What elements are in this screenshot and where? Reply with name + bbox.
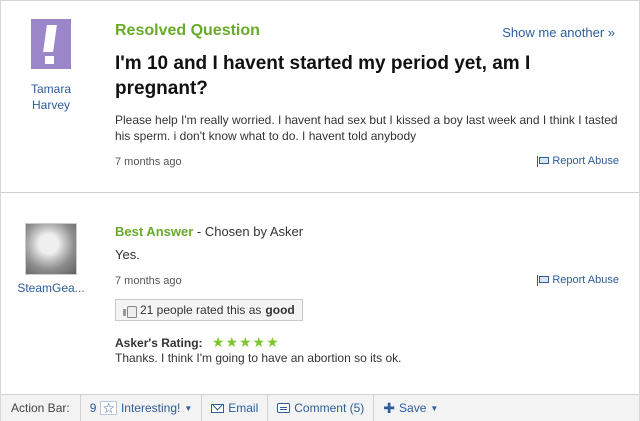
star-icon: ☆ xyxy=(100,400,117,416)
comment-label[interactable]: Comment (5) xyxy=(294,401,364,415)
email-label[interactable]: Email xyxy=(228,401,258,415)
save-button[interactable]: ✚ Save ▼ xyxy=(374,401,447,415)
answerer-name[interactable]: SteamGea... xyxy=(11,281,91,295)
rating-summary-button[interactable]: 21 people rated this as good xyxy=(115,299,303,321)
yahoo-answers-page: Tamara Harvey Resolved Question Show me … xyxy=(0,0,640,421)
interesting-label[interactable]: Interesting! xyxy=(121,401,180,415)
thumbs-up-icon xyxy=(123,304,137,318)
asker-profile[interactable]: Tamara Harvey xyxy=(21,19,81,113)
question-title: I'm 10 and I havent started my period ye… xyxy=(115,53,531,99)
askers-rating-label: Asker's Rating: xyxy=(115,336,203,350)
asker-name-line2[interactable]: Harvey xyxy=(32,98,70,112)
best-answer-heading: Best Answer - Chosen by Asker xyxy=(115,224,303,239)
best-answer-label: Best Answer xyxy=(115,224,194,239)
askers-rating: Asker's Rating: ★★★★★ xyxy=(115,334,280,351)
mail-icon xyxy=(211,403,225,413)
answer-body: Yes. xyxy=(115,247,140,262)
asker-name[interactable]: Tamara Harvey xyxy=(21,81,81,113)
comment-button[interactable]: Comment (5) xyxy=(268,401,373,415)
question-status: Resolved Question xyxy=(115,22,260,39)
question-block: Tamara Harvey Resolved Question Show me … xyxy=(1,1,639,193)
show-another-link[interactable]: Show me another » xyxy=(502,25,615,40)
chosen-by-asker: - Chosen by Asker xyxy=(193,224,304,239)
save-label[interactable]: Save xyxy=(399,401,426,415)
question-report-abuse-link[interactable]: Report Abuse xyxy=(537,155,619,167)
report-abuse-label[interactable]: Report Abuse xyxy=(552,155,619,167)
chevron-down-icon[interactable]: ▼ xyxy=(184,404,192,413)
answer-report-abuse-link[interactable]: Report Abuse xyxy=(537,274,619,286)
avatar-dot xyxy=(45,56,54,64)
star-rating-icon: ★★★★★ xyxy=(211,334,280,350)
answer-timestamp: 7 months ago xyxy=(115,275,182,287)
plus-icon: ✚ xyxy=(383,400,396,416)
rating-count-text: 21 people rated this as xyxy=(140,303,262,317)
answerer-avatar[interactable] xyxy=(25,223,77,275)
action-bar: Action Bar: 9 ☆ Interesting! ▼ Email Com… xyxy=(1,394,639,421)
interesting-count: 9 xyxy=(89,401,97,415)
flag-icon xyxy=(537,274,550,286)
answerer-profile[interactable]: SteamGea... xyxy=(11,223,91,295)
askers-comment: Thanks. I think I'm going to have an abo… xyxy=(115,351,402,365)
avatar-mark xyxy=(43,25,57,52)
comment-icon xyxy=(277,403,291,413)
action-bar-label: Action Bar: xyxy=(11,401,70,415)
exclamation-avatar-icon[interactable] xyxy=(31,19,71,69)
question-body: Please help I'm really worried. I havent… xyxy=(115,113,618,143)
email-button[interactable]: Email xyxy=(202,401,267,415)
asker-name-line1[interactable]: Tamara xyxy=(31,82,71,96)
question-timestamp: 7 months ago xyxy=(115,156,182,168)
report-abuse-label[interactable]: Report Abuse xyxy=(552,274,619,286)
rating-word: good xyxy=(265,303,295,317)
chevron-down-icon[interactable]: ▼ xyxy=(430,404,438,413)
flag-icon xyxy=(537,155,550,167)
interesting-button[interactable]: 9 ☆ Interesting! ▼ xyxy=(81,401,202,415)
